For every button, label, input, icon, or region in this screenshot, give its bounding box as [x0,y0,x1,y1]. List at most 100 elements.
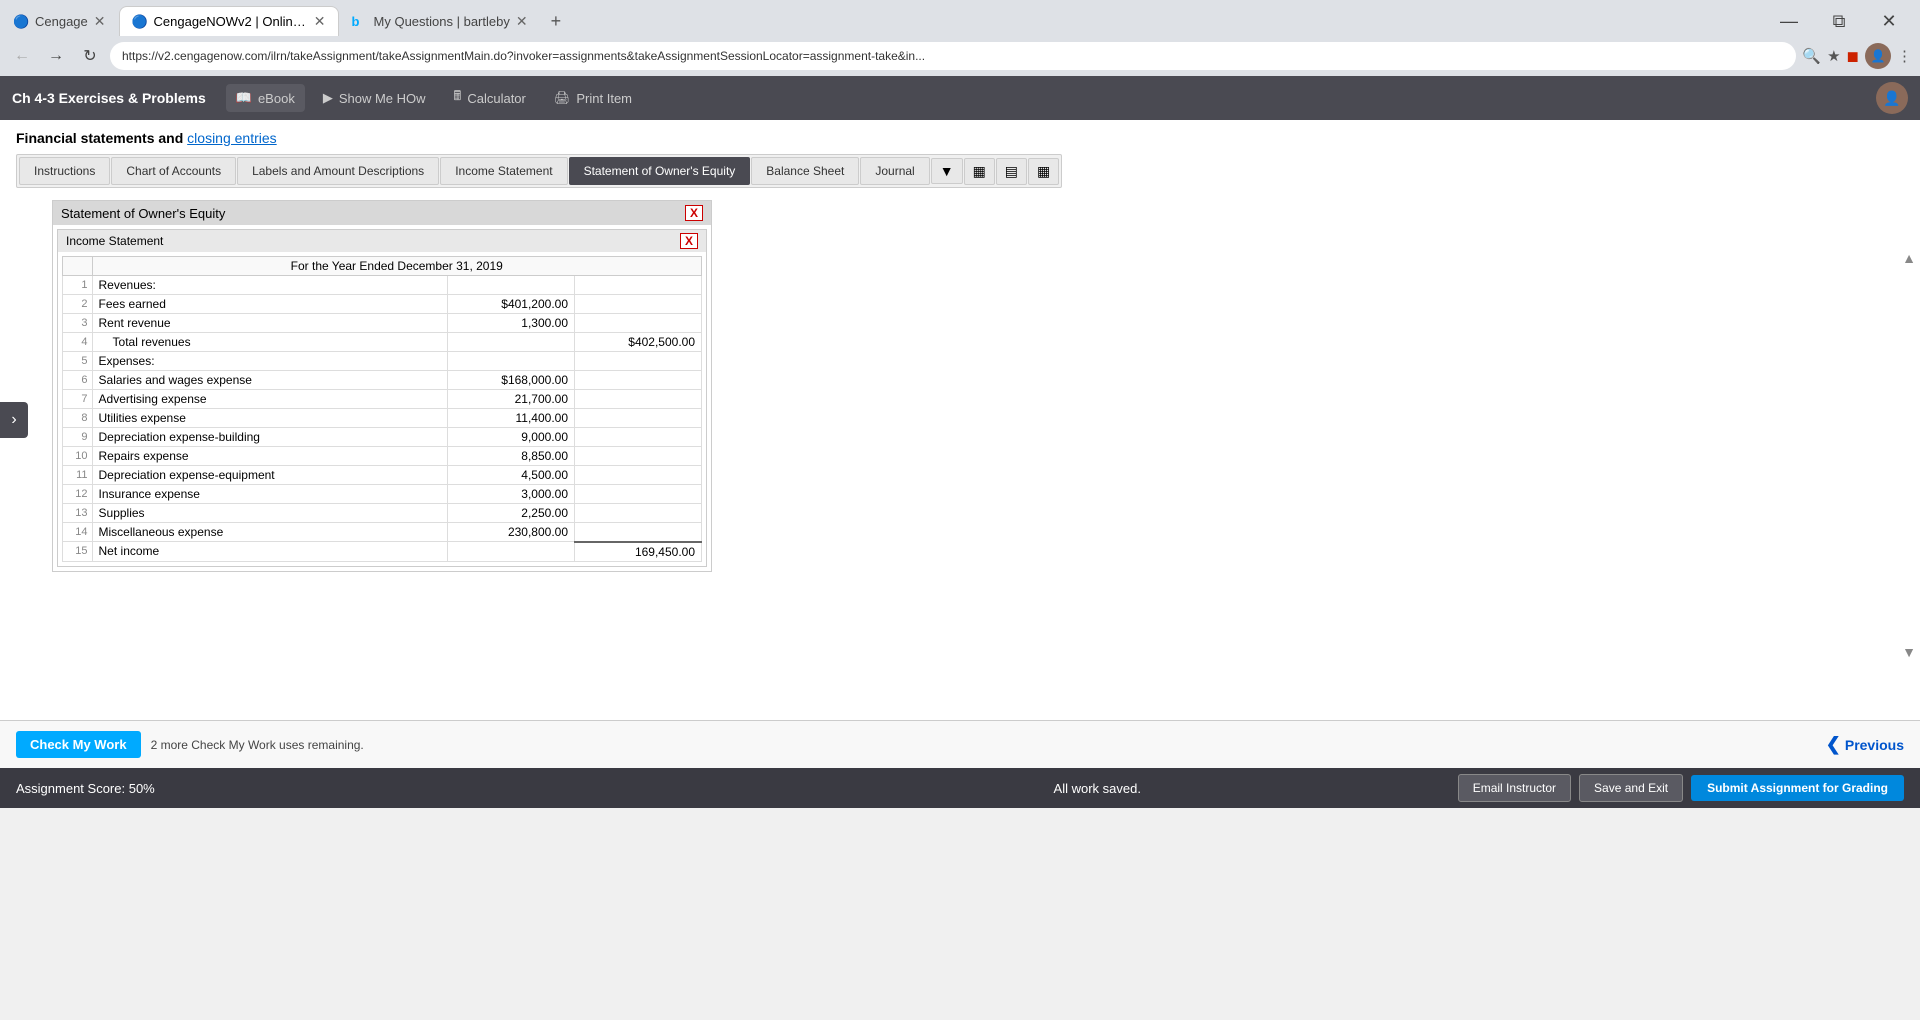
owners-equity-header: Statement of Owner's Equity X [53,201,711,225]
browser-tab-bartleby[interactable]: b My Questions | bartleby ✕ [339,6,541,36]
calculator-button[interactable]: 🖩 Calculator [444,81,536,115]
status-bar: Assignment Score: 50% All work saved. Em… [0,768,1920,808]
row-num-15: 15 [63,542,93,562]
row-amt1-14: 230,800.00 [448,523,575,542]
submit-assignment-button[interactable]: Submit Assignment for Grading [1691,775,1904,801]
scroll-up-arrow[interactable]: ▲ [1902,250,1916,266]
tab-icon-cengage: 🔵 [13,14,29,30]
tab-chart-of-accounts[interactable]: Chart of Accounts [111,157,236,185]
close-button[interactable]: ✕ [1866,6,1912,36]
table-row: 14 Miscellaneous expense 230,800.00 [63,523,702,542]
table-heading: For the Year Ended December 31, 2019 [92,257,701,276]
new-tab-button[interactable]: + [541,11,572,32]
menu-icon[interactable]: ⋮ [1897,47,1912,65]
table-row: 7 Advertising expense 21,700.00 [63,390,702,409]
tab-dropdown-button[interactable]: ▼ [931,158,963,184]
showme-label: Show Me HOw [339,91,426,106]
row-label-15: Net income [92,542,448,562]
previous-button[interactable]: ❮ Previous [1826,734,1904,755]
financial-title-text: Financial statements and [16,130,187,146]
table-row: 12 Insurance expense 3,000.00 [63,485,702,504]
row-num-9: 9 [63,428,93,447]
income-statement-table: For the Year Ended December 31, 2019 1 R… [62,256,702,562]
tab-navigation: Instructions Chart of Accounts Labels an… [16,154,1062,188]
row-num-4: 4 [63,333,93,352]
row-amt2-4: $402,500.00 [575,333,702,352]
user-avatar[interactable]: 👤 [1876,82,1908,114]
previous-label: Previous [1845,737,1904,753]
income-statement-title: Income Statement [66,234,163,248]
closing-entries-link[interactable]: closing entries [187,130,277,146]
row-num-1: 1 [63,276,93,295]
browser-tab-cengage[interactable]: 🔵 Cengage ✕ [0,6,119,36]
previous-chevron-icon: ❮ [1826,734,1841,755]
owners-equity-close[interactable]: X [685,205,703,221]
back-button[interactable]: ← [8,42,36,70]
row-label-5: Expenses: [92,352,448,371]
save-status: All work saved. [737,781,1458,796]
tab-close-cengage[interactable]: ✕ [94,13,106,30]
print-icon: 🖨 [554,90,571,106]
row-label-4: Total revenues [92,333,448,352]
row-amt1-6: $168,000.00 [448,371,575,390]
calculator-icon: 🖩 [454,87,462,109]
table-row: 8 Utilities expense 11,400.00 [63,409,702,428]
tab-close-cengagenow[interactable]: ✕ [314,13,326,30]
row-amt1-7: 21,700.00 [448,390,575,409]
table-row: 2 Fees earned $401,200.00 [63,295,702,314]
row-amt2-7 [575,390,702,409]
browser-chrome: 🔵 Cengage ✕ 🔵 CengageNOWv2 | Online teac… [0,0,1920,76]
save-exit-button[interactable]: Save and Exit [1579,774,1683,802]
tab-labels[interactable]: Labels and Amount Descriptions [237,157,439,185]
row-amt2-11 [575,466,702,485]
tab-instructions[interactable]: Instructions [19,157,110,185]
row-label-9: Depreciation expense-building [92,428,448,447]
ebook-icon: 📖 [236,90,252,106]
reload-button[interactable]: ↻ [76,42,104,70]
row-label-1: Revenues: [92,276,448,295]
extension-icon[interactable]: ◼ [1847,47,1859,65]
row-amt1-10: 8,850.00 [448,447,575,466]
row-amt2-8 [575,409,702,428]
scroll-down-arrow[interactable]: ▼ [1902,644,1916,660]
print-label: Print Item [576,91,632,106]
table-row: 1 Revenues: [63,276,702,295]
table-row: 5 Expenses: [63,352,702,371]
maximize-button[interactable]: ⧉ [1816,6,1862,36]
tab-view-btn-2[interactable]: ▤ [996,158,1027,185]
table-row: 4 Total revenues $402,500.00 [63,333,702,352]
tab-view-btn-3[interactable]: ▦ [1028,158,1059,185]
income-statement-close[interactable]: X [680,233,698,249]
row-num-7: 7 [63,390,93,409]
row-label-10: Repairs expense [92,447,448,466]
tab-journal[interactable]: Journal [860,157,929,185]
side-expand-button[interactable]: › [0,402,28,438]
email-instructor-button[interactable]: Email Instructor [1458,774,1571,802]
table-row: 15 Net income 169,450.00 [63,542,702,562]
row-amt2-9 [575,428,702,447]
tab-income-statement[interactable]: Income Statement [440,157,567,185]
forward-button[interactable]: → [42,42,70,70]
address-input[interactable] [110,42,1796,70]
row-label-8: Utilities expense [92,409,448,428]
tab-view-btn-1[interactable]: ▦ [964,158,995,185]
search-icon[interactable]: 🔍 [1802,47,1821,65]
minimize-button[interactable]: — [1766,6,1812,36]
status-buttons: Email Instructor Save and Exit Submit As… [1458,774,1904,802]
profile-avatar[interactable]: 👤 [1865,43,1891,69]
print-button[interactable]: 🖨 Print Item [544,84,642,112]
ebook-button[interactable]: 📖 eBook [226,84,305,112]
tab-balance-sheet[interactable]: Balance Sheet [751,157,859,185]
row-amt1-11: 4,500.00 [448,466,575,485]
browser-tab-cengagenow[interactable]: 🔵 CengageNOWv2 | Online teachin... ✕ [119,6,339,36]
table-row: 10 Repairs expense 8,850.00 [63,447,702,466]
row-amt1-13: 2,250.00 [448,504,575,523]
row-num-8: 8 [63,409,93,428]
row-amt2-2 [575,295,702,314]
tab-owners-equity[interactable]: Statement of Owner's Equity [569,157,751,185]
check-my-work-button[interactable]: Check My Work [16,731,141,758]
showme-button[interactable]: ▶ Show Me HOw [313,84,436,112]
tab-close-bartleby[interactable]: ✕ [516,13,528,30]
bookmark-icon[interactable]: ★ [1827,47,1840,65]
tab-bar: 🔵 Cengage ✕ 🔵 CengageNOWv2 | Online teac… [0,0,1920,36]
